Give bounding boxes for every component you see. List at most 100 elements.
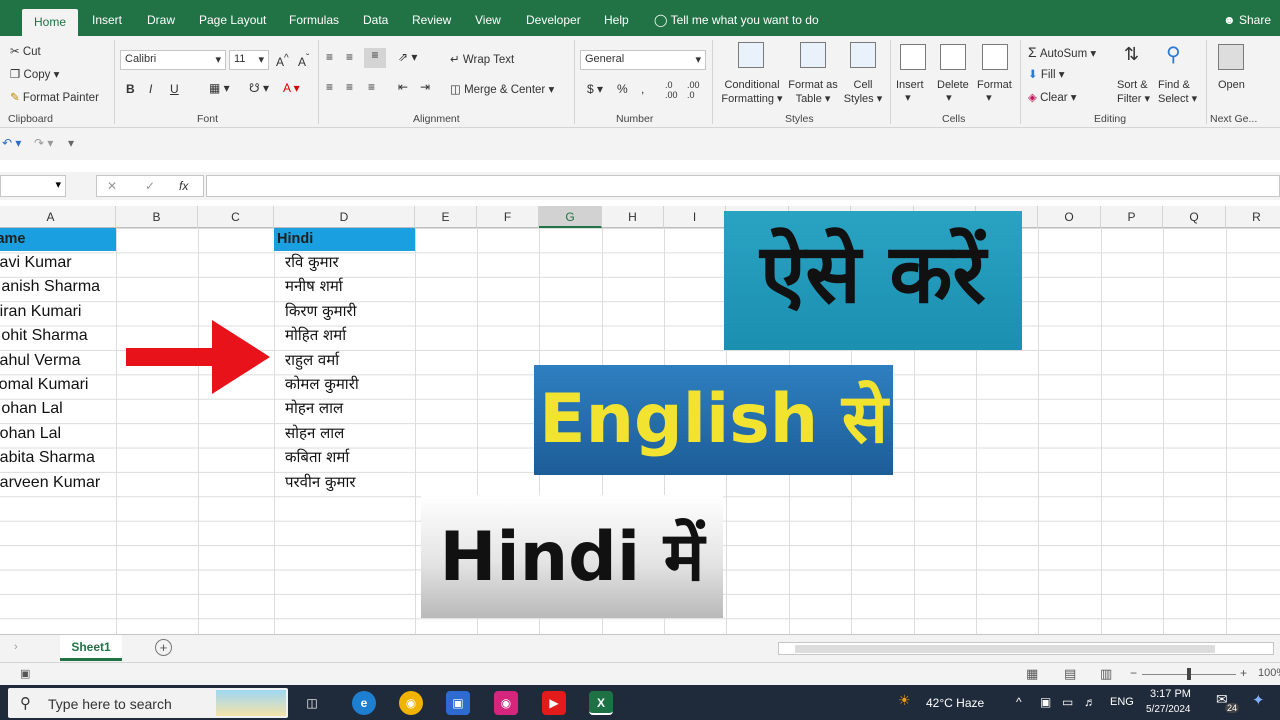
increase-indent-icon[interactable]: ⇥ [420,80,430,94]
cell-hindi[interactable]: मनीष शर्मा [285,276,343,296]
instagram-icon[interactable]: ◉ [494,691,518,715]
cell-name[interactable]: Rahul Verma [0,352,81,370]
network-icon[interactable]: ▣ [1040,695,1051,709]
wrap-text-button[interactable]: ↵ Wrap Text [450,52,514,66]
sheet-tab-sheet1[interactable]: Sheet1 [60,635,122,661]
tab-help[interactable]: Help [604,13,629,27]
cell-name[interactable]: Parveen Kumar [0,474,100,492]
taskbar-search-box[interactable]: ⚲ Type here to search [8,688,288,718]
cell-hindi[interactable]: किरण कुमारी [285,301,357,321]
cell-hindi[interactable]: मोहन लाल [285,398,343,418]
tab-developer[interactable]: Developer [526,13,581,27]
cell-hindi[interactable]: सोहन लाल [285,423,344,443]
scroll-sheets-left-icon[interactable]: › [14,641,18,653]
cell-hindi[interactable]: कबिता शर्मा [285,447,349,467]
tab-data[interactable]: Data [363,13,388,27]
align-right-icon[interactable]: ≡ [368,80,375,94]
cell-name[interactable]: Mohan Lal [0,400,63,418]
page-break-view-icon[interactable]: ▥ [1100,666,1112,682]
excel-icon[interactable]: X [589,691,613,715]
underline-button[interactable]: U [170,82,179,96]
format-cells-button[interactable]: Format ▾ [977,79,1012,104]
column-header-p[interactable]: P [1101,206,1163,228]
language-indicator[interactable]: ENG [1110,696,1134,708]
orientation-icon[interactable]: ⇗ ▾ [398,50,417,64]
tab-home[interactable]: Home [22,9,78,36]
clock-time[interactable]: 3:17 PM [1150,688,1191,700]
clear-button[interactable]: ◈ Clear ▾ [1028,90,1077,104]
cell-a1[interactable]: Name [0,228,116,251]
add-sheet-button[interactable]: + [155,639,172,656]
conditional-formatting-button[interactable]: Conditional Formatting ▾ [720,78,784,106]
align-middle-icon[interactable]: ≡ [346,50,353,64]
cell-name[interactable]: Manish Sharma [0,278,100,296]
increase-font-icon[interactable]: A^ [276,53,289,69]
formula-input[interactable] [206,175,1280,197]
cell-name[interactable]: Kabita Sharma [0,449,95,467]
tab-view[interactable]: View [475,13,501,27]
cell-name[interactable]: Ravi Kumar [0,254,72,272]
merge-center-button[interactable]: ◫ Merge & Center ▾ [450,82,554,96]
page-layout-view-icon[interactable]: ▤ [1064,666,1076,682]
align-top-icon[interactable]: ≡ [326,50,333,64]
youtube-icon[interactable]: ▶ [542,691,566,715]
column-header-h[interactable]: H [602,206,664,228]
find-select-button[interactable]: Find & Select ▾ [1158,78,1197,106]
currency-icon[interactable]: $ ▾ [587,82,603,96]
volume-icon[interactable]: ♬ [1084,695,1096,709]
font-name-select[interactable]: Calibri ▾ [120,50,226,70]
cell-hindi[interactable]: रवि कुमार [285,252,339,272]
store-icon[interactable]: ▣ [446,691,470,715]
number-format-select[interactable]: General ▾ [580,50,706,70]
horizontal-scrollbar[interactable] [778,642,1274,655]
cell-name[interactable]: Mohit Sharma [0,327,88,345]
decrease-font-icon[interactable]: Aˇ [298,53,309,69]
share-button[interactable]: ☻ Share [1223,13,1271,27]
borders-icon[interactable]: ▦ ▾ [209,81,230,95]
edge-icon[interactable]: e [352,691,376,715]
format-as-table-button[interactable]: Format as Table ▾ [785,78,841,106]
delete-cells-button[interactable]: Delete ▾ [937,79,969,104]
decrease-decimal-icon[interactable]: .00.0 [687,80,700,100]
cell-hindi[interactable]: राहुल वर्मा [285,350,339,370]
fill-color-icon[interactable]: ☋ ▾ [249,81,269,95]
tab-formulas[interactable]: Formulas [289,13,339,27]
tab-review[interactable]: Review [412,13,451,27]
column-header-q[interactable]: Q [1163,206,1226,228]
align-center-icon[interactable]: ≡ [346,80,353,94]
column-header-d[interactable]: D [274,206,415,228]
font-color-icon[interactable]: A ▾ [283,81,300,95]
customize-qat-icon[interactable]: ▾ [68,136,74,150]
column-header-a[interactable]: A [0,206,116,228]
fill-button[interactable]: ⬇ Fill ▾ [1028,67,1065,81]
italic-button[interactable]: I [149,82,152,96]
name-box[interactable]: ▾ [0,175,66,197]
normal-view-icon[interactable]: ▦ [1026,666,1038,682]
increase-decimal-icon[interactable]: .0.00 [665,80,678,100]
column-header-b[interactable]: B [116,206,198,228]
task-view-icon[interactable]: ◫ [300,691,324,715]
cell-hindi[interactable]: परवीन कुमार [285,472,355,492]
column-header-i[interactable]: I [664,206,726,228]
zoom-in-icon[interactable]: + [1240,666,1247,680]
format-painter-button[interactable]: ✎ Format Painter [10,90,99,104]
copy-button[interactable]: ❐ Copy ▾ [10,67,59,81]
clock-date[interactable]: 5/27/2024 [1146,704,1191,715]
insert-function-icon[interactable]: fx [179,179,188,193]
cut-button[interactable]: ✂ Cut [10,44,41,58]
decrease-indent-icon[interactable]: ⇤ [398,80,408,94]
tab-draw[interactable]: Draw [147,13,175,27]
battery-icon[interactable]: ▭ [1062,695,1073,709]
tab-insert[interactable]: Insert [92,13,122,27]
percent-icon[interactable]: % [617,82,628,96]
column-header-g[interactable]: G [539,206,602,228]
bold-button[interactable]: B [126,82,135,96]
font-size-select[interactable]: 11 ▾ [229,50,269,70]
cell-styles-button[interactable]: Cell Styles ▾ [842,78,884,106]
enter-icon[interactable]: ✓ [145,179,155,193]
insert-cells-button[interactable]: Insert ▾ [896,79,924,104]
align-left-icon[interactable]: ≡ [326,80,333,94]
tell-me-search[interactable]: ◯ Tell me what you want to do [654,13,819,27]
cancel-icon[interactable]: ✕ [107,179,117,193]
cell-hindi[interactable]: कोमल कुमारी [285,374,359,394]
